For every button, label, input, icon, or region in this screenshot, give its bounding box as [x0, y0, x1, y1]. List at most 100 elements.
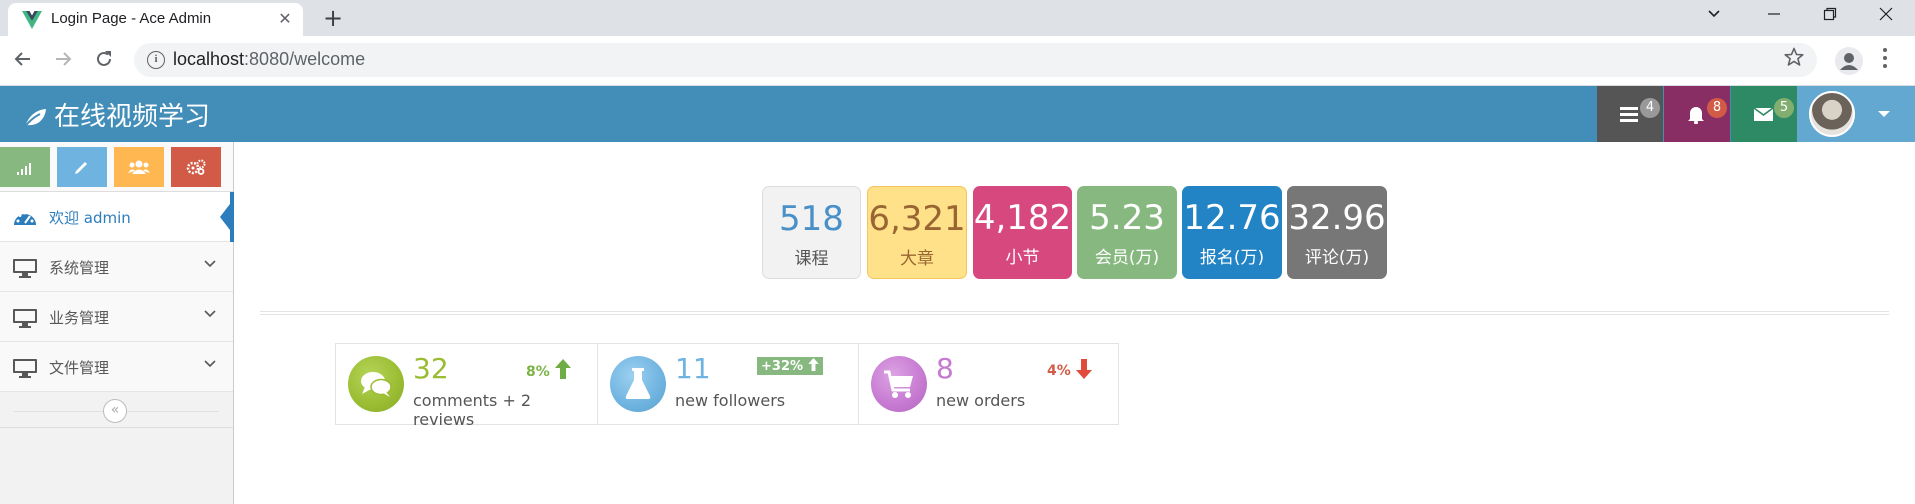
- envelope-icon: [1753, 107, 1774, 121]
- stat-value: 6,321: [868, 199, 966, 239]
- infobox-number: 11: [675, 352, 711, 385]
- app-navbar: 在线视频学习 4 8 5: [0, 86, 1915, 142]
- signal-icon: [17, 163, 31, 175]
- infobox-text: new followers: [675, 391, 786, 410]
- url-field[interactable]: i localhost:8080/welcome: [134, 43, 1817, 77]
- caret-down-icon: [1877, 104, 1891, 123]
- minimize-icon[interactable]: [1746, 0, 1802, 33]
- infobox-number: 8: [936, 352, 954, 385]
- infobox-stat: 8%: [526, 359, 571, 380]
- profile-icon[interactable]: [1835, 47, 1863, 75]
- shortcut-cogs-button[interactable]: [171, 147, 221, 187]
- stat-comments: 32.96 评论(万): [1287, 186, 1387, 279]
- tasks-dropdown[interactable]: 4: [1597, 86, 1663, 142]
- address-bar: i localhost:8080/welcome: [0, 36, 1915, 86]
- shortcut-signal-button[interactable]: [0, 147, 50, 187]
- comments-icon: [348, 356, 404, 412]
- arrow-up-icon: [554, 359, 571, 379]
- chevron-down-icon: [204, 360, 216, 368]
- brand-link[interactable]: 在线视频学习: [22, 96, 210, 133]
- infobox-orders: 8 new orders 4%: [858, 344, 1119, 424]
- stat-label: 大章: [900, 249, 934, 269]
- stat-label: 会员(万): [1094, 248, 1160, 268]
- tab-title: Login Page - Ace Admin: [51, 10, 212, 27]
- leaf-icon: [23, 108, 46, 129]
- infobox-number: 32: [413, 352, 449, 385]
- bell-icon: [1688, 107, 1704, 124]
- sidebar-item-system[interactable]: 系统管理: [0, 242, 233, 292]
- shopping-cart-icon: [871, 356, 927, 412]
- url-path: :8080/welcome: [244, 49, 366, 69]
- tab-search-icon[interactable]: [1686, 0, 1742, 33]
- arrow-down-icon: [1075, 359, 1092, 379]
- tab-close-icon[interactable]: ✕: [274, 8, 296, 30]
- messages-dropdown[interactable]: 5: [1731, 86, 1797, 142]
- stat-value: 12.76: [1183, 198, 1281, 238]
- sidebar-item-welcome[interactable]: 欢迎 admin: [0, 192, 234, 242]
- browser-tab[interactable]: Login Page - Ace Admin ✕: [8, 3, 303, 36]
- sidebar-item-label: 欢迎 admin: [49, 209, 131, 227]
- site-info-icon[interactable]: i: [147, 51, 165, 69]
- stat-label: 小节: [1005, 248, 1040, 268]
- divider: [260, 311, 1889, 315]
- stat-value: 32.96: [1288, 198, 1386, 238]
- new-tab-icon[interactable]: +: [319, 4, 347, 32]
- tasks-icon: [1620, 107, 1638, 122]
- stat-percent: +32%: [761, 359, 804, 374]
- tasks-badge: 4: [1640, 98, 1660, 118]
- active-indicator-bar: [230, 192, 234, 242]
- window-close-icon[interactable]: [1858, 0, 1914, 33]
- messages-badge: 5: [1774, 98, 1794, 118]
- pencil-icon: [75, 162, 87, 174]
- stat-enrollments: 12.76 报名(万): [1182, 186, 1282, 279]
- user-menu[interactable]: [1797, 86, 1915, 142]
- stat-label: 报名(万): [1199, 248, 1265, 268]
- restore-icon[interactable]: [1802, 0, 1858, 33]
- stat-members: 5.23 会员(万): [1077, 186, 1177, 279]
- flask-icon: [610, 356, 666, 412]
- sidebar-shortcuts: [0, 142, 233, 192]
- infobox-container: 32 comments + 2 reviews 8% 11 new follow…: [335, 343, 1119, 429]
- stat-label: 课程: [794, 249, 829, 269]
- user-avatar: [1809, 91, 1855, 137]
- stat-courses: 518 课程: [762, 186, 861, 279]
- stat-value: 518: [779, 199, 844, 239]
- stat-sections: 4,182 小节: [973, 186, 1072, 279]
- infobox-stat: 4%: [1047, 359, 1092, 379]
- shortcut-pencil-button[interactable]: [57, 147, 107, 187]
- stat-percent: 8%: [526, 364, 550, 380]
- stat-chapters: 6,321 大章: [867, 186, 967, 279]
- sidebar-collapse-row: «: [0, 394, 233, 428]
- forward-icon[interactable]: [48, 46, 78, 76]
- brand-title: 在线视频学习: [54, 102, 211, 132]
- bookmark-star-icon[interactable]: [1784, 47, 1804, 72]
- sidebar-item-files[interactable]: 文件管理: [0, 342, 233, 392]
- vue-logo-icon: [22, 11, 42, 29]
- infobox-text: comments + 2 reviews: [413, 391, 532, 429]
- chevron-down-icon: [204, 310, 216, 318]
- stat-percent: 4%: [1047, 363, 1071, 379]
- sidebar-item-label: 系统管理: [49, 259, 110, 277]
- sidebar-collapse-icon[interactable]: «: [103, 399, 127, 423]
- back-icon[interactable]: [8, 46, 38, 76]
- infobox-stat-badge: +32%: [757, 357, 823, 375]
- reload-icon[interactable]: [89, 46, 119, 76]
- desktop-icon: [13, 309, 37, 328]
- sidebar-item-business[interactable]: 业务管理: [0, 292, 233, 342]
- notifications-dropdown[interactable]: 8: [1664, 86, 1730, 142]
- infobox-followers: 11 new followers +32%: [597, 344, 858, 424]
- infobox-text: new orders: [936, 391, 1026, 410]
- sidebar: 欢迎 admin 系统管理 业务管理 文件管理 «: [0, 142, 234, 504]
- sidebar-item-label: 业务管理: [49, 309, 110, 327]
- shortcut-users-button[interactable]: [114, 147, 164, 187]
- browser-menu-icon[interactable]: [1878, 46, 1892, 70]
- dashboard-icon: [14, 211, 36, 225]
- sidebar-item-label: 文件管理: [49, 359, 110, 377]
- desktop-icon: [13, 259, 37, 278]
- chevron-down-icon: [204, 260, 216, 268]
- url-host: localhost: [173, 49, 245, 69]
- stat-value: 5.23: [1089, 198, 1165, 238]
- browser-tab-strip: Login Page - Ace Admin ✕ +: [0, 0, 1915, 36]
- desktop-icon: [13, 359, 37, 378]
- stat-label: 评论(万): [1304, 248, 1370, 268]
